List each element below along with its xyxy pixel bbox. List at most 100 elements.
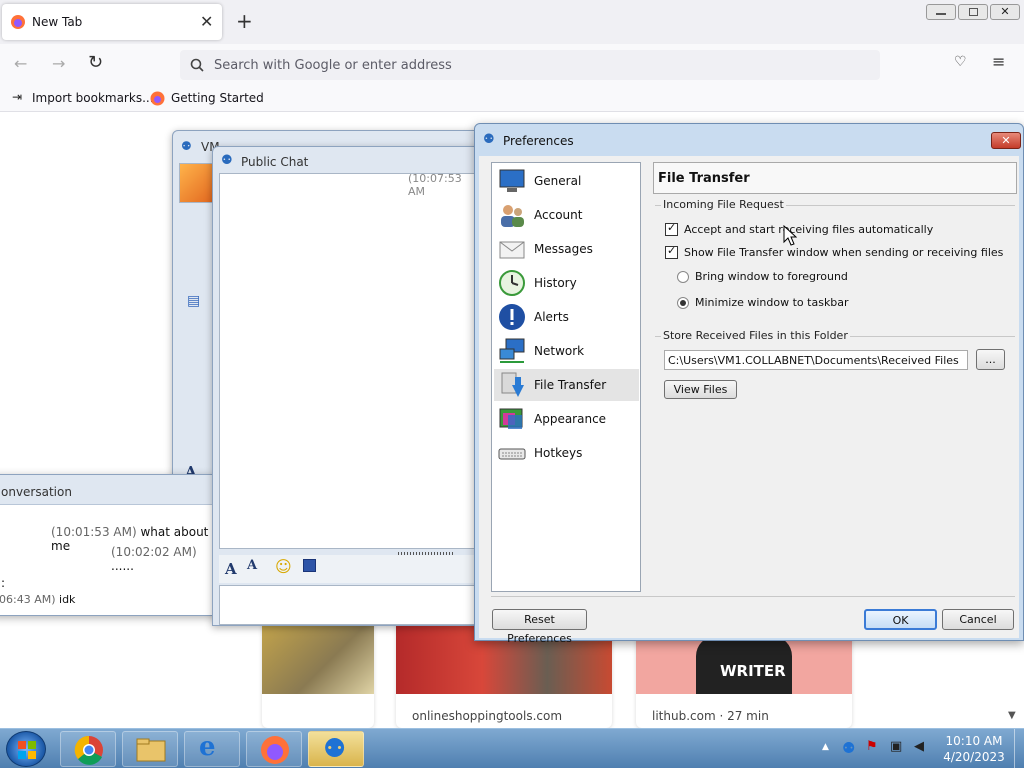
incoming-group-label: Incoming File Request [661, 198, 786, 211]
reload-icon[interactable]: ↻ [88, 52, 103, 73]
tray-chat-icon[interactable]: ⚉ [842, 739, 855, 757]
clock-date: 4/20/2023 [943, 750, 1005, 764]
message-time: (10:07:53 AM [408, 172, 462, 198]
restore-button[interactable] [958, 4, 988, 20]
close-dialog-button[interactable]: ✕ [991, 132, 1021, 149]
address-placeholder: Search with Google or enter address [214, 58, 452, 73]
close-window-button[interactable]: ✕ [990, 4, 1020, 20]
public-chat-window[interactable]: ⚉ Public Chat (10:07:53 AM A A ☺ [212, 146, 483, 626]
message-sender: : [1, 576, 6, 590]
tab-title: New Tab [32, 15, 83, 29]
emoticon-icon[interactable]: ☺ [275, 557, 292, 576]
save-icon[interactable] [303, 559, 316, 572]
taskbar-chat-app[interactable]: ⚉ [308, 731, 364, 767]
story-card[interactable] [262, 612, 374, 728]
tab-new-tab[interactable]: New Tab ✕ [2, 4, 222, 40]
mouse-cursor-icon [783, 225, 797, 246]
nav-item-network[interactable]: Network [494, 335, 639, 367]
message-row: 06:43 AM) idk [0, 593, 76, 606]
file-icon: ▤ [187, 293, 201, 309]
preferences-dialog[interactable]: ⚉ Preferences ✕ General Account Messages… [474, 123, 1024, 645]
nav-item-messages[interactable]: Messages [494, 233, 639, 265]
clock-time: 10:10 AM [945, 734, 1003, 748]
firefox-icon [150, 91, 165, 106]
view-files-button[interactable]: View Files [664, 380, 737, 399]
clock[interactable]: 10:10 AM 4/20/2023 [936, 733, 1012, 765]
font-color-icon[interactable]: A [247, 558, 257, 573]
show-hidden-icons[interactable]: ▲ [822, 742, 829, 752]
taskbar: e ⚉ ▲ ⚉ ⚑ ▣ ◀ 10:10 AM 4/20/2023 [0, 728, 1024, 769]
chat-input[interactable] [219, 585, 483, 625]
chat-app-icon: ⚉ [323, 734, 347, 764]
taskbar-explorer[interactable] [122, 731, 178, 767]
tray-volume-icon[interactable]: ◀ [914, 739, 924, 754]
pocket-icon[interactable]: ♡ [954, 54, 967, 70]
search-icon [190, 58, 204, 72]
nav-item-file-transfer[interactable]: File Transfer [494, 369, 639, 401]
back-icon[interactable]: ← [14, 54, 27, 73]
minimize-taskbar-label: Minimize window to taskbar [695, 296, 849, 309]
start-button[interactable] [6, 731, 46, 767]
bookmark-getting-started[interactable]: Getting Started [171, 91, 264, 105]
browse-button[interactable]: ... [976, 349, 1005, 370]
appearance-icon [499, 408, 523, 429]
taskbar-firefox[interactable] [246, 731, 302, 767]
accept-auto-checkbox[interactable] [665, 221, 678, 236]
cancel-button[interactable]: Cancel [942, 609, 1014, 630]
file-transfer-icon [501, 372, 524, 397]
bring-foreground-label: Bring window to foreground [695, 270, 848, 283]
taskbar-ie[interactable]: e [184, 731, 240, 767]
story-source: lithub.com · 27 min [652, 709, 769, 723]
bookmark-import[interactable]: Import bookmarks... [32, 91, 154, 105]
show-window-label: Show File Transfer window when sending o… [684, 246, 1004, 259]
story-source: onlineshoppingtools.com [412, 709, 563, 723]
public-chat-title: Public Chat [241, 155, 309, 169]
bring-foreground-radio[interactable] [677, 271, 689, 283]
tray-network-icon[interactable]: ▣ [890, 739, 902, 754]
close-tab-icon[interactable]: ✕ [200, 12, 213, 31]
folder-path-field[interactable]: C:\Users\VM1.COLLABNET\Documents\Receive… [664, 350, 968, 370]
accept-auto-label: Accept and start receiving files automat… [684, 223, 934, 236]
nav-item-account[interactable]: Account [494, 199, 639, 231]
envelope-icon [499, 241, 525, 259]
conversation-window[interactable]: onversation (10:01:53 AM) what about me … [0, 474, 217, 616]
reset-preferences-button[interactable]: Reset Preferences [492, 609, 587, 645]
menu-icon[interactable]: ≡ [992, 52, 1005, 71]
minimize-button[interactable] [926, 4, 956, 20]
show-desktop-button[interactable] [1014, 729, 1024, 769]
dialog-body: General Account Messages History Alerts … [479, 156, 1019, 645]
ie-icon: e [199, 732, 216, 762]
nav-item-hotkeys[interactable]: Hotkeys [494, 437, 639, 469]
new-tab-icon[interactable]: + [236, 9, 253, 33]
scroll-down-icon[interactable]: ▼ [1008, 710, 1016, 721]
chrome-icon [74, 735, 103, 765]
app-icon: ⚉ [483, 132, 495, 147]
font-icon[interactable]: A [225, 560, 237, 578]
story-image-text: WRITER [720, 662, 786, 680]
tab-strip: New Tab ✕ + ✕ [0, 0, 1024, 44]
ok-button[interactable]: OK [864, 609, 937, 630]
show-window-checkbox[interactable] [665, 244, 678, 259]
nav-item-alerts[interactable]: Alerts [494, 301, 639, 333]
format-toolbar: A A ☺ [219, 555, 483, 583]
import-icon: ⇥ [12, 90, 23, 104]
vm-icon: ⚉ [181, 139, 192, 153]
keyboard-icon [498, 448, 526, 460]
dialog-title: Preferences [503, 134, 574, 148]
nav-item-appearance[interactable]: Appearance [494, 403, 639, 435]
message-row: (10:02:02 AM) ...... [111, 545, 197, 573]
taskbar-chrome[interactable] [60, 731, 116, 767]
chat-icon: ⚉ [221, 153, 233, 168]
preferences-nav: General Account Messages History Alerts … [491, 162, 641, 592]
windows-logo-icon [18, 741, 36, 759]
nav-item-general[interactable]: General [494, 165, 639, 197]
network-icon [499, 338, 525, 363]
nav-item-history[interactable]: History [494, 267, 639, 299]
tray-flag-icon[interactable]: ⚑ [866, 739, 878, 754]
address-bar[interactable]: Search with Google or enter address [180, 50, 880, 80]
monitor-icon [499, 169, 525, 192]
forward-icon[interactable]: → [52, 54, 65, 73]
firefox-icon [261, 736, 289, 764]
bookmarks-bar: ⇥ Import bookmarks... Getting Started [0, 86, 1024, 112]
minimize-taskbar-radio[interactable] [677, 297, 689, 309]
